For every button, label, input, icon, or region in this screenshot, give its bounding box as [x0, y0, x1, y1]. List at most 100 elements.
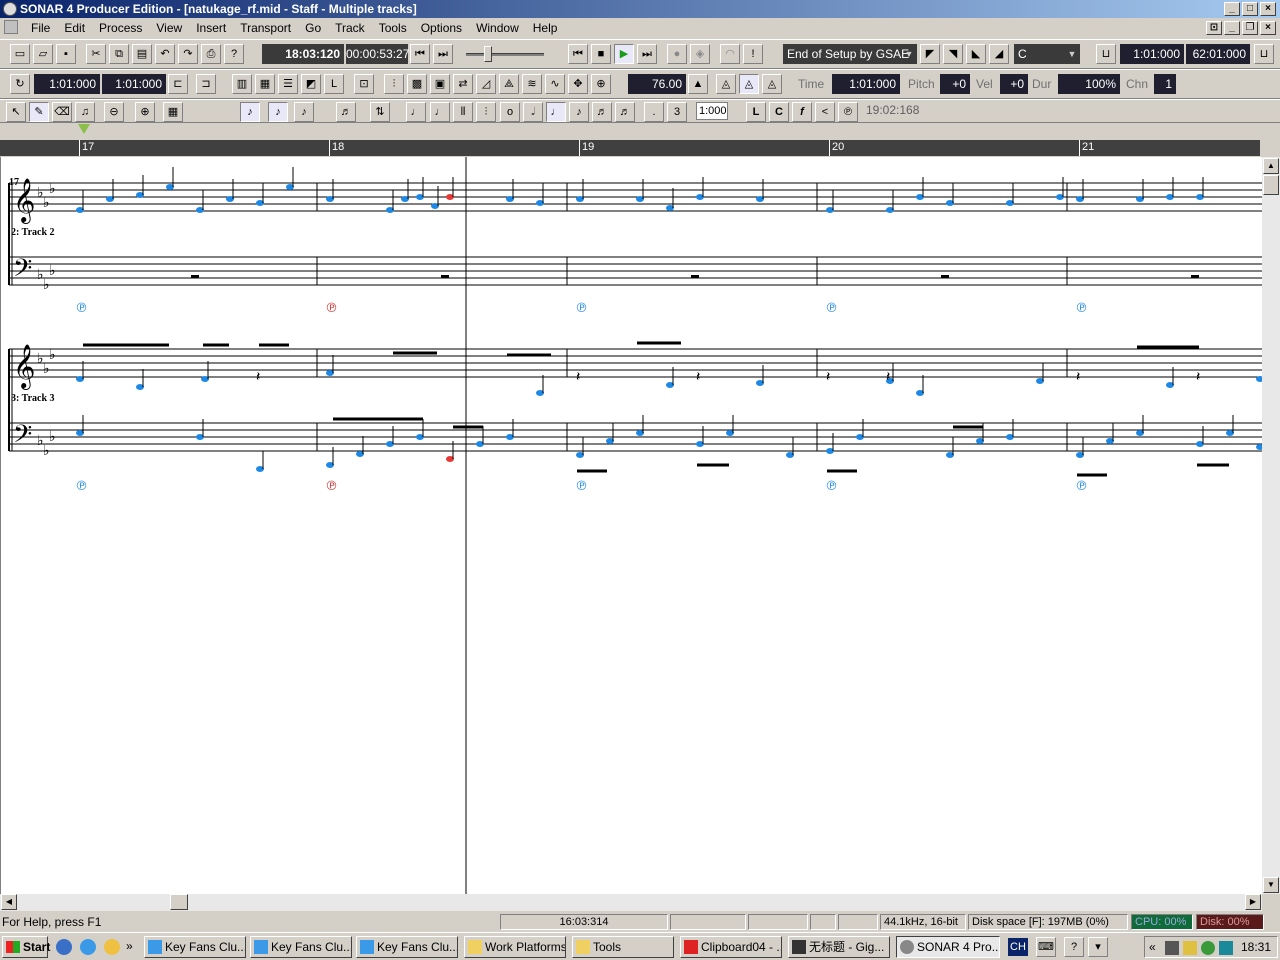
menu-window[interactable]: Window — [469, 21, 526, 35]
doc-restore-button[interactable]: ❐ — [1242, 21, 1258, 35]
dur-value[interactable]: 100% — [1058, 74, 1120, 94]
ime-options-icon[interactable]: ▾ — [1088, 937, 1108, 957]
smpte-display[interactable]: 00:00:53:27 — [346, 44, 409, 64]
now-marker-icon[interactable] — [78, 124, 90, 134]
dynamics-letter-button[interactable]: f — [792, 102, 812, 122]
undo-icon[interactable]: ↶ — [155, 44, 175, 64]
snap-grid-icon[interactable]: ▦ — [163, 102, 183, 122]
task-key-fans-3[interactable]: Key Fans Clu... — [356, 936, 458, 958]
from-time-display[interactable]: 1:01:000 — [34, 74, 100, 94]
menu-view[interactable]: View — [149, 21, 189, 35]
wave-icon[interactable]: ∿ — [545, 74, 565, 94]
marker-list-icon[interactable]: ◢ — [989, 44, 1009, 64]
loop-toggle-icon[interactable]: ⊔ — [1096, 44, 1116, 64]
zoom-view-icon[interactable]: ⊡ — [354, 74, 374, 94]
time-ruler[interactable]: 17 18 19 20 21 — [0, 140, 1260, 156]
paste-icon[interactable]: ▤ — [132, 44, 152, 64]
track-label-2[interactable]: 2: Track 2 — [11, 227, 55, 238]
thirtysecond-note-icon[interactable]: ♬ — [615, 102, 635, 122]
copy-icon[interactable]: ⧉ — [109, 44, 129, 64]
whole-note-icon[interactable]: o — [500, 102, 520, 122]
task-key-fans-2[interactable]: Key Fans Clu... — [250, 936, 352, 958]
panic-icon[interactable]: ! — [743, 44, 763, 64]
loop-end-icon[interactable]: ⊔ — [1254, 44, 1274, 64]
goto-start-time-icon[interactable]: ⏮ — [410, 44, 430, 64]
rewind-icon[interactable]: ⏮ — [568, 44, 588, 64]
keyboard-icon[interactable]: ⌨ — [1036, 937, 1056, 957]
set-from-icon[interactable]: ⊏ — [168, 74, 188, 94]
position-slider-track[interactable] — [466, 53, 544, 56]
menu-edit[interactable]: Edit — [57, 21, 92, 35]
eighth-note-icon[interactable]: ♪ — [569, 102, 589, 122]
crescendo-button[interactable]: < — [815, 102, 835, 122]
scroll-down-icon[interactable]: ▼ — [1263, 877, 1279, 893]
note-pitch-2-icon[interactable]: ♪ — [268, 102, 288, 122]
redo-icon[interactable]: ↷ — [178, 44, 198, 64]
tempo-display[interactable]: 76.00 — [628, 74, 686, 94]
new-file-icon[interactable]: ▭ — [10, 44, 30, 64]
tray-monitor-icon[interactable] — [1219, 941, 1233, 955]
sixteenth-note-icon[interactable]: ♬ — [592, 102, 612, 122]
set-thru-icon[interactable]: ⊐ — [196, 74, 216, 94]
expression-icon[interactable]: ♩ — [406, 102, 426, 122]
quicklaunch-more-icon[interactable]: » — [126, 939, 133, 953]
prev-marker-icon[interactable]: ◤ — [920, 44, 940, 64]
marker-combo[interactable]: End of Setup by GSAE ▼ — [783, 44, 917, 64]
marker-strip[interactable] — [0, 123, 1260, 140]
scroll-up-icon[interactable]: ▲ — [1263, 158, 1279, 174]
loop-icon[interactable]: ↻ — [10, 74, 30, 94]
loop-construction-icon[interactable]: ◩ — [301, 74, 321, 94]
tray-midi-icon[interactable] — [1165, 941, 1179, 955]
insert-marker-icon[interactable]: ◣ — [966, 44, 986, 64]
note-pitch-icon[interactable]: ♪ — [240, 102, 260, 122]
next-marker-icon[interactable]: ◥ — [943, 44, 963, 64]
record-auto-icon[interactable]: ◈ — [690, 44, 710, 64]
scroll-left-icon[interactable]: ◀ — [1, 894, 17, 910]
transpose-icon[interactable]: ⇅ — [370, 102, 390, 122]
task-clipboard[interactable]: Clipboard04 - ... — [680, 936, 782, 958]
record-icon[interactable]: ● — [667, 44, 687, 64]
task-gigastudio[interactable]: 无标题 - Gig... — [788, 936, 890, 958]
sync-icon[interactable]: ⇄ — [453, 74, 473, 94]
chord-letter-button[interactable]: C — [769, 102, 789, 122]
metronome-icon[interactable]: ◠ — [720, 44, 740, 64]
tempo-double-icon[interactable]: ◬ — [762, 74, 782, 94]
menu-transport[interactable]: Transport — [233, 21, 298, 35]
tempo-up-icon[interactable]: ▲ — [688, 74, 708, 94]
media-player-icon[interactable] — [56, 939, 72, 955]
dotted-icon[interactable]: . — [644, 102, 664, 122]
close-button[interactable]: × — [1260, 2, 1276, 16]
minimize-button[interactable]: _ — [1224, 2, 1240, 16]
scroll-right-icon[interactable]: ▶ — [1245, 894, 1261, 910]
groove-icon[interactable]: ≋ — [522, 74, 542, 94]
cut-icon[interactable]: ✂ — [86, 44, 106, 64]
thru-time-display[interactable]: 1:01:000 — [102, 74, 166, 94]
staff-notation[interactable]: 𝄞𝄢♭♭♭♭♭♭℗ ℗ ℗ ℗ ℗𝄞𝄢♭♭♭♭♭♭℗ ℗ ℗ ℗ ℗𝄽 𝄽 𝄽 𝄽 𝄽 𝄽 𝄽 — [1, 157, 1262, 894]
snap-value-input[interactable]: 1:000 — [696, 102, 728, 120]
loop-end-display[interactable]: 62:01:000 — [1186, 44, 1250, 64]
horizontal-scrollbar[interactable]: ◀ ▶ — [0, 894, 1262, 911]
piano-roll-icon[interactable]: ▥ — [232, 74, 252, 94]
task-tools[interactable]: Tools — [572, 936, 674, 958]
erase-tool-icon[interactable]: ⌫ — [52, 102, 72, 122]
maximize-button[interactable]: □ — [1242, 2, 1258, 16]
time-value[interactable]: 1:01:000 — [832, 74, 900, 94]
task-sonar[interactable]: SONAR 4 Pro... — [896, 936, 1000, 958]
chord-icon[interactable]: ♬ — [336, 102, 356, 122]
zoom-out-icon[interactable]: ⊖ — [104, 102, 124, 122]
goto-end-time-icon[interactable]: ⏭ — [433, 44, 453, 64]
task-work-platforms[interactable]: Work Platforms — [464, 936, 566, 958]
open-folder-icon[interactable]: ▱ — [33, 44, 53, 64]
key-combo[interactable]: C ▼ — [1014, 44, 1080, 64]
track-label-3[interactable]: 3: Track 3 — [11, 393, 55, 404]
hairpin-icon[interactable]: ♩ — [430, 102, 450, 122]
dx-icon[interactable]: ▩ — [407, 74, 427, 94]
menu-file[interactable]: File — [24, 21, 57, 35]
tray-expand-icon[interactable]: « — [1149, 940, 1156, 954]
menu-tools[interactable]: Tools — [372, 21, 414, 35]
event-list-icon[interactable]: ☰ — [278, 74, 298, 94]
video-icon[interactable]: ▣ — [430, 74, 450, 94]
note-duration-icon[interactable]: ♪ — [294, 102, 314, 122]
fit-icon[interactable]: ✥ — [568, 74, 588, 94]
language-indicator[interactable]: CH — [1008, 938, 1028, 956]
